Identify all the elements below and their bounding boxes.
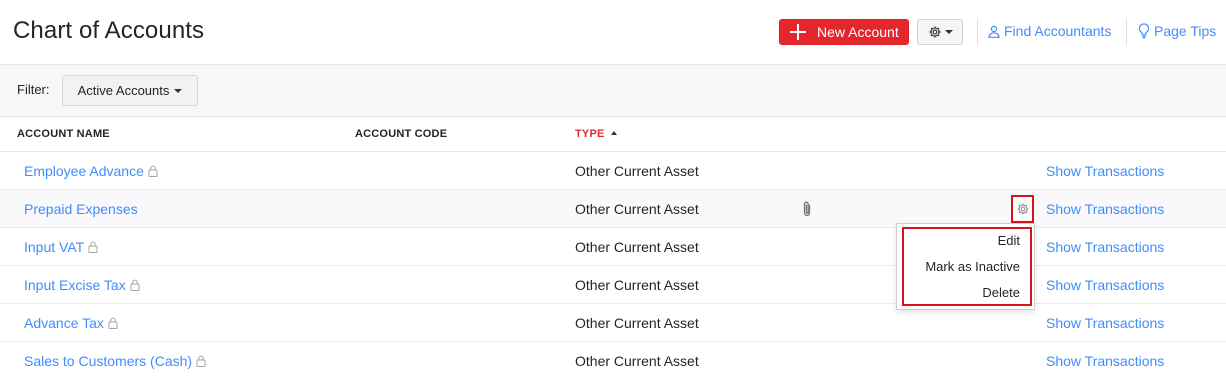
divider — [977, 19, 978, 45]
show-transactions-link[interactable]: Show Transactions — [1046, 277, 1164, 293]
column-header-type-label: TYPE — [575, 128, 605, 140]
account-name-text: Prepaid Expenses — [24, 201, 138, 217]
gear-icon — [1016, 203, 1029, 215]
account-name-link[interactable]: Input Excise Tax — [24, 277, 140, 293]
table-row: Sales to Customers (Cash) Other Current … — [0, 342, 1226, 379]
account-type: Other Current Asset — [575, 353, 699, 369]
new-account-button[interactable]: New Account — [779, 19, 909, 45]
account-name-text: Employee Advance — [24, 163, 144, 179]
show-transactions-link[interactable]: Show Transactions — [1046, 201, 1164, 217]
sort-ascending-icon — [610, 131, 617, 135]
menu-item-delete[interactable]: Delete — [982, 285, 1020, 300]
menu-item-mark-inactive[interactable]: Mark as Inactive — [925, 259, 1020, 274]
plus-icon — [790, 24, 806, 40]
account-name-link[interactable]: Prepaid Expenses — [24, 201, 138, 217]
account-name-text: Sales to Customers (Cash) — [24, 353, 193, 369]
new-account-label: New Account — [817, 24, 899, 40]
chevron-down-icon — [944, 30, 953, 34]
account-type: Other Current Asset — [575, 277, 699, 293]
column-header-type[interactable]: TYPE — [575, 128, 617, 140]
menu-item-edit[interactable]: Edit — [998, 233, 1020, 248]
column-header-account-name[interactable]: ACCOUNT NAME — [17, 128, 110, 140]
settings-dropdown-button[interactable] — [917, 19, 963, 45]
table-row: Advance Tax Other Current Asset Show Tra… — [0, 304, 1226, 342]
row-settings-button[interactable] — [1011, 195, 1034, 223]
account-type: Other Current Asset — [575, 201, 699, 217]
lock-icon — [108, 317, 118, 329]
account-type: Other Current Asset — [575, 239, 699, 255]
show-transactions-link[interactable]: Show Transactions — [1046, 163, 1164, 179]
filter-label: Filter: — [17, 82, 50, 97]
account-type: Other Current Asset — [575, 163, 699, 179]
lock-icon — [130, 279, 140, 291]
lock-icon — [88, 241, 98, 253]
show-transactions-link[interactable]: Show Transactions — [1046, 353, 1164, 369]
table-row: Input VAT Other Current Asset Show Trans… — [0, 228, 1226, 266]
row-actions-menu: Edit Mark as Inactive Delete — [896, 223, 1035, 310]
filter-bar: Filter: Active Accounts — [0, 65, 1226, 117]
account-name-link[interactable]: Sales to Customers (Cash) — [24, 353, 206, 369]
account-name-link[interactable]: Input VAT — [24, 239, 98, 255]
gear-icon — [928, 26, 941, 38]
filter-value: Active Accounts — [77, 83, 170, 98]
account-type: Other Current Asset — [575, 315, 699, 331]
paperclip-icon[interactable] — [801, 200, 813, 218]
account-name-link[interactable]: Employee Advance — [24, 163, 158, 179]
lock-icon — [196, 355, 206, 367]
page-tips-link[interactable]: Page Tips — [1138, 23, 1216, 39]
show-transactions-link[interactable]: Show Transactions — [1046, 239, 1164, 255]
filter-dropdown[interactable]: Active Accounts — [62, 75, 198, 106]
table-row: Employee Advance Other Current Asset Sho… — [0, 152, 1226, 190]
page-title: Chart of Accounts — [13, 17, 205, 44]
page-header: Chart of Accounts New Account Find Accou… — [0, 0, 1226, 65]
lightbulb-icon — [1138, 23, 1150, 39]
table-row: Prepaid Expenses Other Current Asset Sho… — [0, 190, 1226, 228]
column-header-account-code[interactable]: ACCOUNT CODE — [355, 128, 447, 140]
page-tips-label: Page Tips — [1154, 23, 1217, 39]
table-header: ACCOUNT NAME ACCOUNT CODE TYPE — [0, 117, 1226, 152]
show-transactions-link[interactable]: Show Transactions — [1046, 315, 1164, 331]
account-name-text: Input VAT — [24, 239, 85, 255]
find-accountants-link[interactable]: Find Accountants — [988, 23, 1111, 39]
chevron-down-icon — [174, 88, 183, 93]
account-name-link[interactable]: Advance Tax — [24, 315, 118, 331]
find-accountants-label: Find Accountants — [1004, 23, 1112, 39]
account-name-text: Advance Tax — [24, 315, 104, 331]
divider — [1126, 19, 1127, 45]
account-name-text: Input Excise Tax — [24, 277, 126, 293]
table-row: Input Excise Tax Other Current Asset Sho… — [0, 266, 1226, 304]
lock-icon — [148, 165, 158, 177]
user-icon — [988, 25, 1000, 38]
